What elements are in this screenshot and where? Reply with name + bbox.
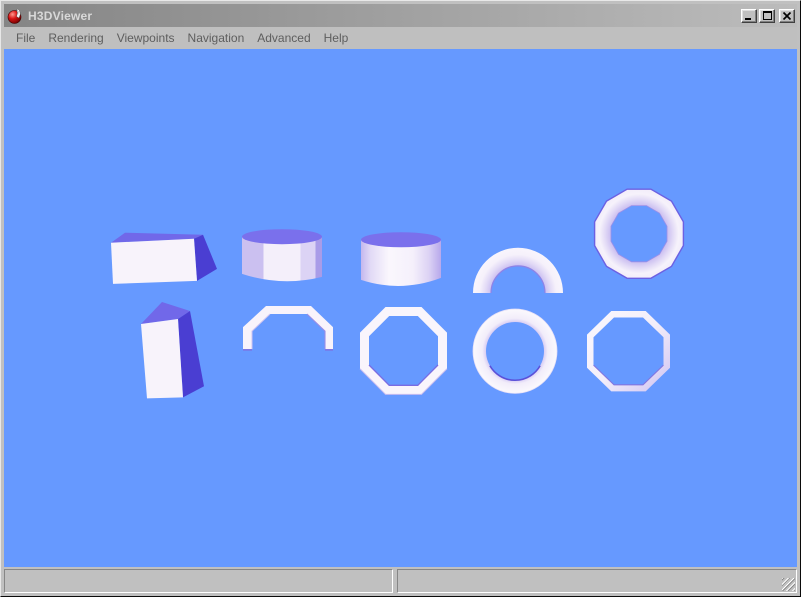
close-icon: [783, 12, 791, 20]
menu-item-viewpoints[interactable]: Viewpoints: [112, 29, 180, 47]
scene-canvas[interactable]: [4, 49, 797, 567]
menu-item-file[interactable]: File: [11, 29, 40, 47]
statusbar: [4, 569, 797, 593]
shape-cylinder-faceted: [242, 229, 322, 281]
resize-grip[interactable]: [782, 578, 795, 591]
window: H3DViewer File Rendering Viewpoints Navi…: [0, 0, 801, 597]
viewport-3d[interactable]: [4, 49, 797, 567]
statusbar-left-pane: [4, 569, 393, 593]
window-controls: [739, 9, 795, 23]
statusbar-right-pane: [397, 569, 797, 593]
menu-item-navigation[interactable]: Navigation: [183, 29, 250, 47]
minimize-icon: [745, 12, 753, 20]
close-button[interactable]: [779, 9, 795, 23]
shape-box: [111, 233, 217, 284]
shape-circle-ring: [473, 309, 557, 393]
app-icon: [7, 8, 23, 24]
menubar: File Rendering Viewpoints Navigation Adv…: [4, 27, 797, 49]
menu-item-advanced[interactable]: Advanced: [252, 29, 315, 47]
maximize-button[interactable]: [759, 9, 775, 23]
menu-item-rendering[interactable]: Rendering: [43, 29, 108, 47]
minimize-button[interactable]: [741, 9, 757, 23]
titlebar[interactable]: H3DViewer: [4, 4, 797, 27]
shape-cylinder-smooth: [361, 232, 441, 286]
window-title: H3DViewer: [28, 9, 92, 23]
menu-item-help[interactable]: Help: [319, 29, 354, 47]
maximize-icon: [763, 11, 772, 20]
